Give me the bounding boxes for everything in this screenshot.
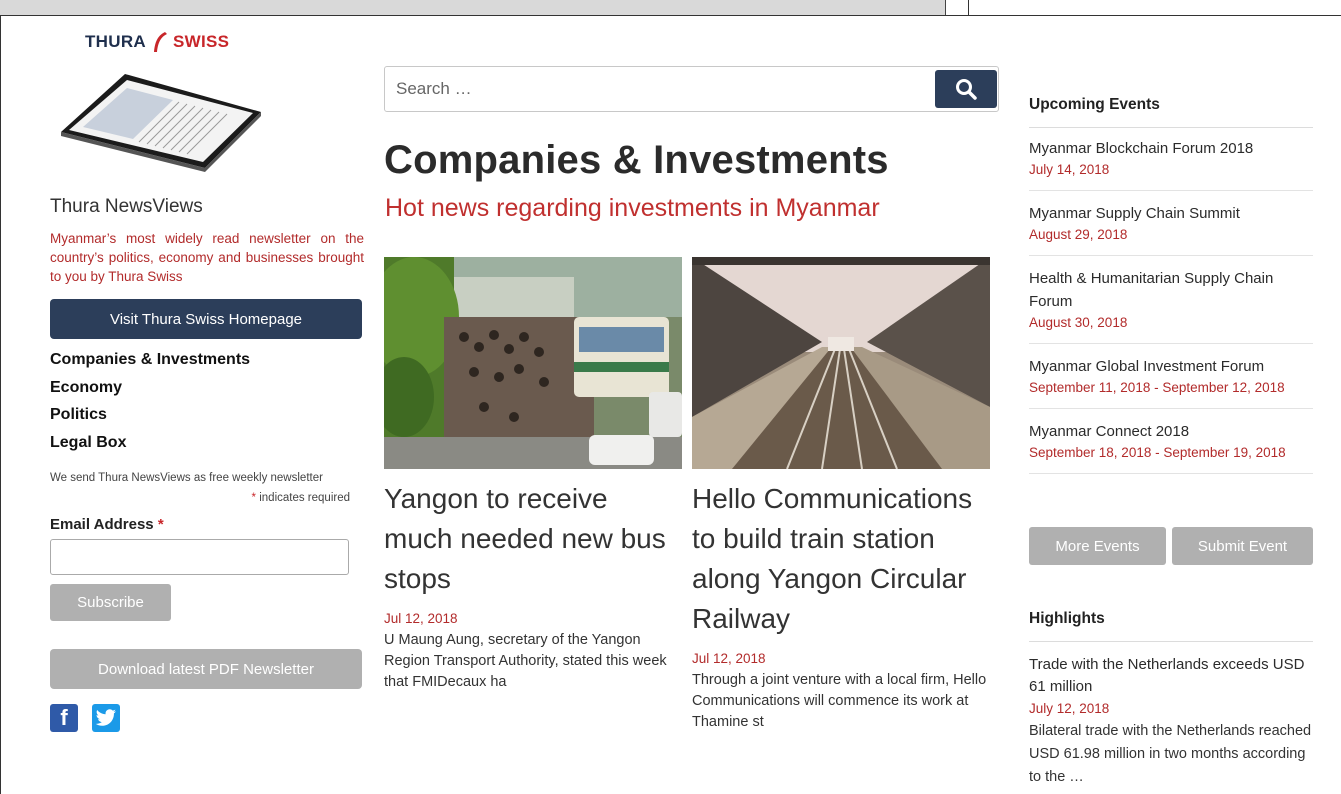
article-date: Jul 12, 2018 (692, 651, 766, 666)
logo-swoosh-icon (154, 32, 167, 52)
highlight-excerpt: Bilateral trade with the Netherlands rea… (1029, 723, 1312, 785)
social-links: f (50, 704, 120, 732)
article-card: Yangon to receive much needed new bus st… (384, 257, 682, 693)
highlight-item[interactable]: Trade with the Netherlands exceeds USD 6… (1029, 654, 1313, 789)
nav-link-economy[interactable]: Economy (50, 378, 250, 406)
event-name[interactable]: Myanmar Global Investment Forum (1029, 355, 1313, 378)
newsletter-description: Myanmar’s most widely read newsletter on… (50, 231, 364, 284)
twitter-bird-icon (95, 709, 116, 726)
event-item[interactable]: Health & Humanitarian Supply Chain Forum… (1029, 267, 1313, 344)
event-item[interactable]: Myanmar Connect 2018 September 18, 2018 … (1029, 420, 1313, 474)
logo-text-swiss: SWISS (173, 32, 230, 51)
event-item[interactable]: Myanmar Supply Chain Summit August 29, 2… (1029, 202, 1313, 256)
article-date: Jul 12, 2018 (384, 611, 458, 626)
nav-link-legal-box[interactable]: Legal Box (50, 433, 250, 461)
more-events-button[interactable]: More Events (1029, 527, 1166, 565)
nav-link-politics[interactable]: Politics (50, 405, 250, 433)
upcoming-events-heading: Upcoming Events (1029, 96, 1313, 128)
twitter-icon[interactable] (92, 704, 120, 732)
event-date: September 11, 2018 - September 12, 2018 (1029, 380, 1285, 395)
article-image-railway[interactable] (692, 257, 990, 469)
search-box (384, 66, 999, 112)
event-date: July 14, 2018 (1029, 162, 1110, 177)
nav-link-companies-investments[interactable]: Companies & Investments (50, 350, 250, 378)
event-name[interactable]: Health & Humanitarian Supply Chain Forum (1029, 267, 1313, 313)
submit-event-button[interactable]: Submit Event (1172, 527, 1313, 565)
newsletter-tablet-image[interactable] (55, 64, 265, 172)
email-label-text: Email Address (50, 516, 154, 533)
highlight-date: July 12, 2018 (1029, 701, 1110, 716)
subscribe-button[interactable]: Subscribe (50, 584, 171, 621)
events-list: Myanmar Blockchain Forum 2018 July 14, 2… (1029, 137, 1313, 485)
logo-text-thura: THURA (85, 32, 146, 51)
newsletter-title: Thura NewsViews (50, 196, 203, 217)
search-icon (956, 79, 977, 100)
frame-left-border (0, 15, 1, 794)
email-required-star: * (157, 516, 164, 533)
article-title[interactable]: Hello Communications to build train stat… (692, 479, 990, 639)
event-name[interactable]: Myanmar Supply Chain Summit (1029, 202, 1313, 225)
facebook-icon[interactable]: f (50, 704, 78, 732)
page-title: Companies & Investments (384, 138, 889, 182)
highlight-title[interactable]: Trade with the Netherlands exceeds USD 6… (1029, 654, 1313, 698)
event-date: September 18, 2018 - September 19, 2018 (1029, 445, 1286, 460)
top-line (0, 15, 1341, 16)
event-item[interactable]: Myanmar Blockchain Forum 2018 July 14, 2… (1029, 137, 1313, 191)
top-strip (0, 0, 1341, 16)
article-card: Hello Communications to build train stat… (692, 257, 990, 733)
required-star: * (251, 492, 257, 504)
signup-info-text: We send Thura NewsViews as free weekly n… (50, 472, 323, 484)
search-input[interactable] (385, 67, 933, 111)
page-subtitle: Hot news regarding investments in Myanma… (385, 194, 880, 222)
event-date: August 30, 2018 (1029, 315, 1128, 330)
download-pdf-button[interactable]: Download latest PDF Newsletter (50, 649, 362, 689)
visit-homepage-button[interactable]: Visit Thura Swiss Homepage (50, 299, 362, 339)
site-logo[interactable]: THURA SWISS (85, 31, 229, 53)
email-label: Email Address * (50, 516, 164, 533)
required-note: * indicates required (50, 492, 350, 504)
search-button[interactable] (935, 70, 997, 108)
article-title[interactable]: Yangon to receive much needed new bus st… (384, 479, 682, 599)
email-field[interactable] (50, 539, 349, 575)
article-excerpt: U Maung Aung, secretary of the Yangon Re… (384, 632, 667, 690)
article-image-bus-crowd[interactable] (384, 257, 682, 469)
top-bar (0, 0, 946, 15)
highlights-heading: Highlights (1029, 610, 1313, 642)
event-buttons: More Events Submit Event (1029, 527, 1313, 565)
article-excerpt: Through a joint venture with a local fir… (692, 672, 987, 730)
category-nav: Companies & Investments Economy Politics… (50, 350, 250, 460)
event-date: August 29, 2018 (1029, 227, 1128, 242)
top-divider (968, 0, 969, 16)
event-item[interactable]: Myanmar Global Investment Forum Septembe… (1029, 355, 1313, 409)
event-name[interactable]: Myanmar Blockchain Forum 2018 (1029, 137, 1313, 160)
event-name[interactable]: Myanmar Connect 2018 (1029, 420, 1313, 443)
required-text: indicates required (259, 492, 350, 504)
